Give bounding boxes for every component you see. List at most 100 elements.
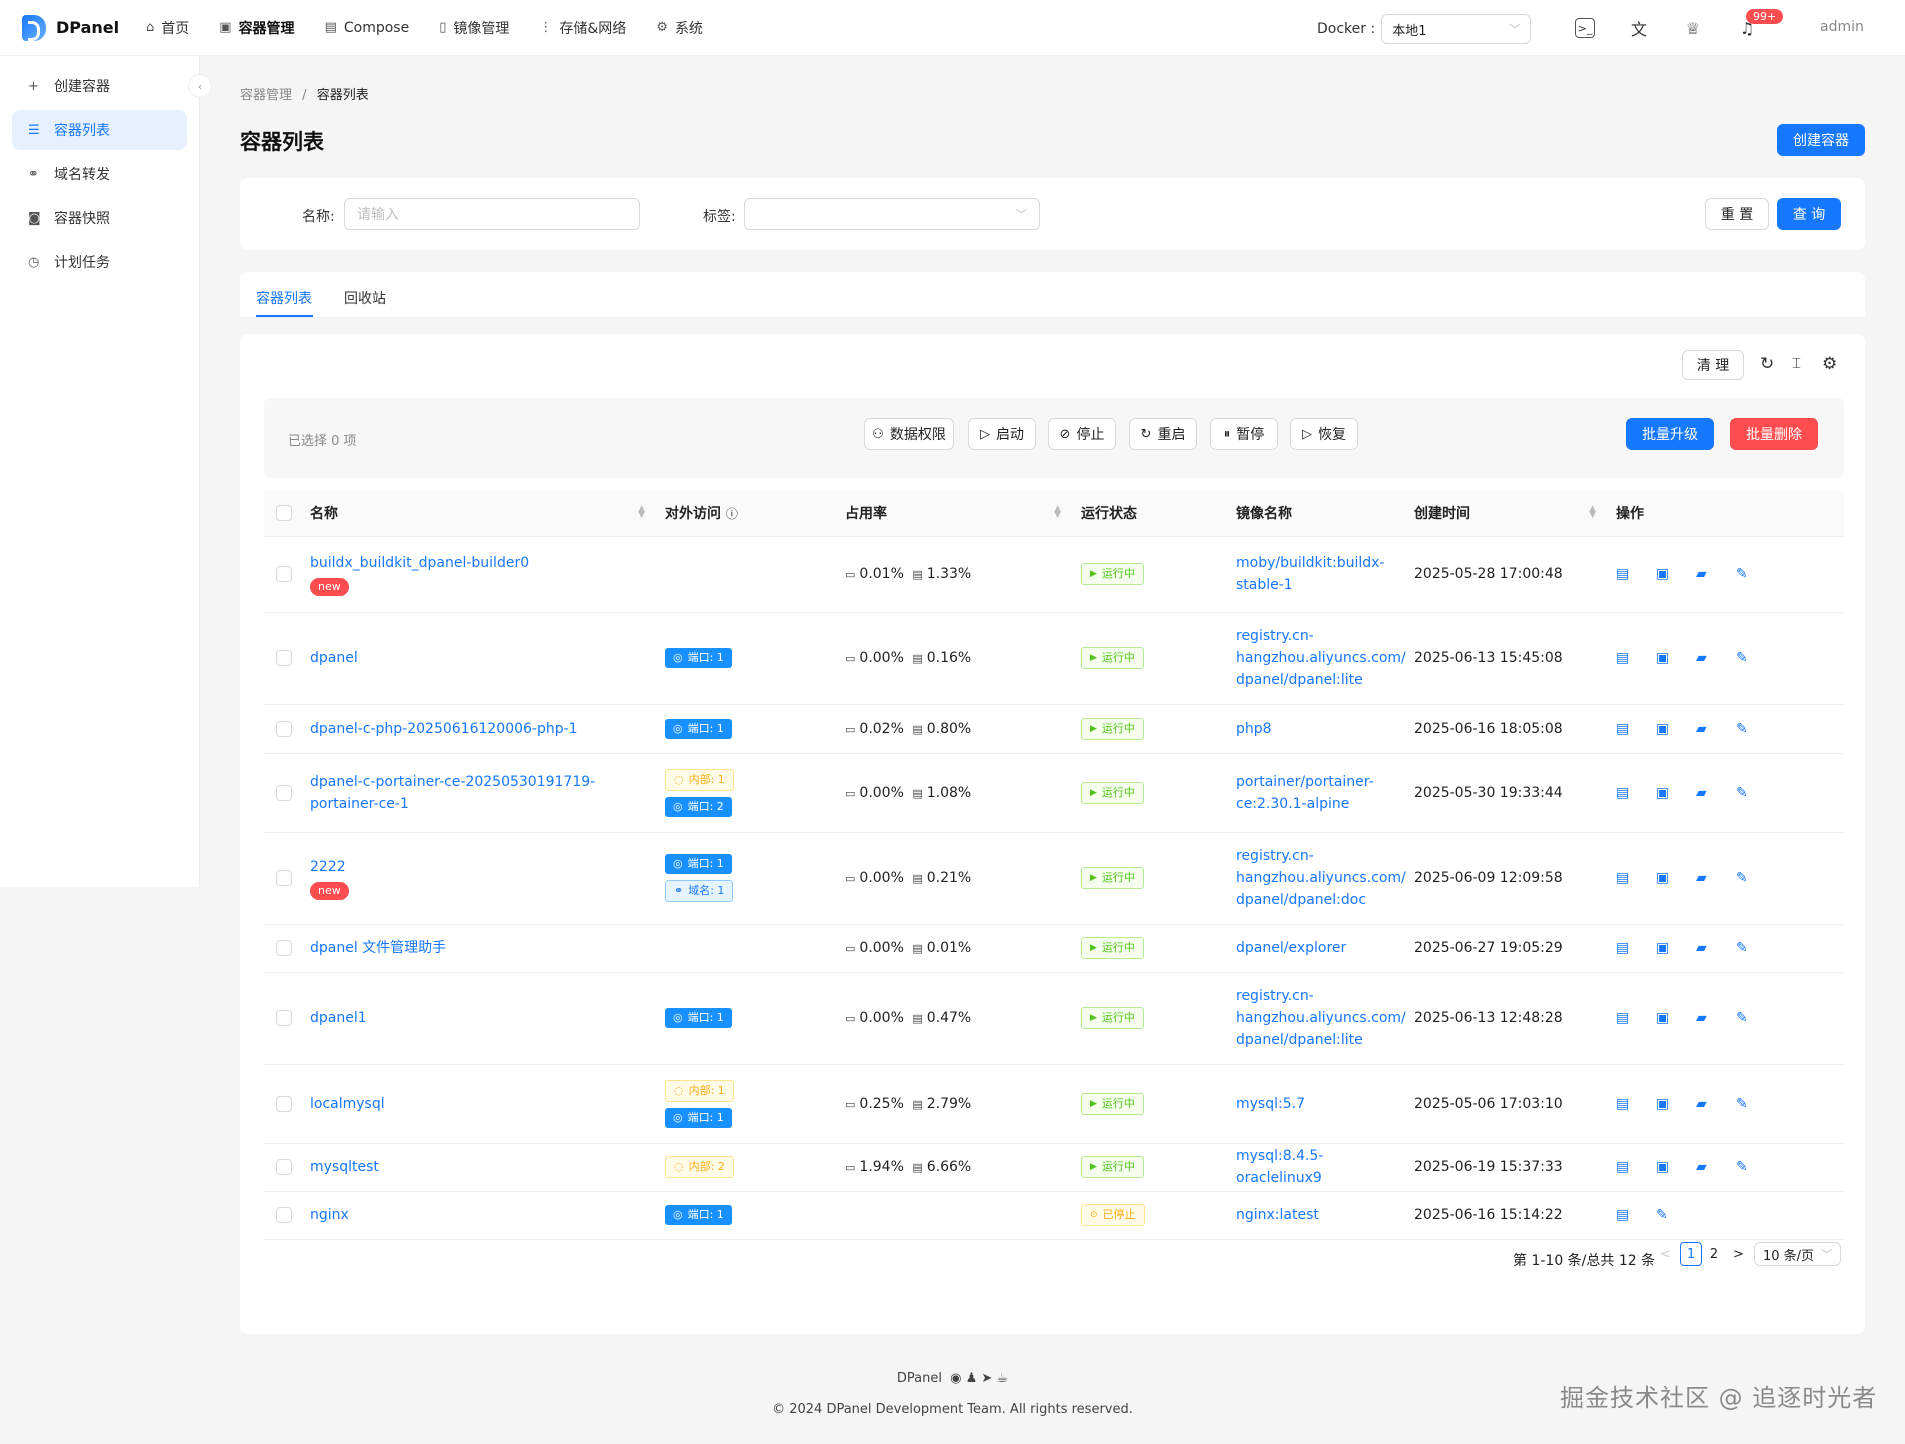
container-name[interactable]: localmysql: [310, 1093, 657, 1115]
edit-icon[interactable]: ✎: [1736, 1159, 1776, 1175]
docker-select[interactable]: 本地1 ﹀: [1381, 14, 1532, 44]
query-button[interactable]: 查 询: [1777, 198, 1841, 230]
settings-icon[interactable]: ⚙: [1822, 354, 1837, 374]
terminal-icon[interactable]: ▣: [1656, 650, 1696, 666]
row-checkbox[interactable]: [276, 650, 292, 666]
image-name-line[interactable]: registry.cn-: [1236, 845, 1406, 867]
refresh-icon[interactable]: ↻: [1760, 354, 1774, 374]
edit-icon[interactable]: ✎: [1736, 1010, 1776, 1026]
sort-icon[interactable]: ▲ ▼: [638, 505, 645, 520]
container-name[interactable]: mysqltest: [310, 1156, 657, 1178]
terminal-icon[interactable]: >_: [1575, 18, 1595, 38]
coffee-icon[interactable]: ☕: [996, 1371, 1008, 1386]
column-header-name[interactable]: 名称 ▲ ▼: [302, 490, 657, 537]
row-checkbox[interactable]: [276, 1010, 292, 1026]
batch-delete-button[interactable]: 批量删除: [1730, 418, 1818, 450]
image-name-line[interactable]: registry.cn-: [1236, 985, 1406, 1007]
telegram-icon[interactable]: ➤: [981, 1371, 992, 1386]
access-tag-inner[interactable]: ◌ 内部: 1: [665, 1079, 734, 1102]
image-name-line[interactable]: mysql:5.7: [1236, 1093, 1406, 1115]
folder-icon[interactable]: ▰: [1696, 650, 1736, 666]
sort-icon[interactable]: ▲ ▼: [1054, 505, 1061, 520]
terminal-icon[interactable]: ▣: [1656, 870, 1696, 886]
sidebar-item-2[interactable]: ⚭ 域名转发: [12, 154, 187, 194]
batch-upgrade-button[interactable]: 批量升级: [1626, 418, 1714, 450]
translate-icon[interactable]: 文: [1629, 18, 1649, 39]
breadcrumb-parent[interactable]: 容器管理: [240, 88, 292, 103]
access-tag-port[interactable]: ◎ 端口: 1: [665, 1008, 732, 1028]
access-tag-port[interactable]: ◎ 端口: 1: [665, 1205, 732, 1225]
container-name[interactable]: 2222: [310, 856, 657, 878]
image-name-line[interactable]: dpanel/dpanel:lite: [1236, 669, 1406, 691]
sidebar-item-4[interactable]: ◷ 计划任务: [12, 242, 187, 282]
image-name-line[interactable]: hangzhou.aliyuncs.com/: [1236, 867, 1406, 889]
image-name-line[interactable]: mysql:8.4.5-oraclelinux9: [1236, 1145, 1406, 1189]
container-name[interactable]: dpanel 文件管理助手: [310, 937, 657, 959]
detail-icon[interactable]: ▤: [1616, 721, 1656, 737]
tab-recycle-bin[interactable]: 回收站: [344, 288, 386, 308]
terminal-icon[interactable]: ▣: [1656, 1096, 1696, 1112]
nav-item-1[interactable]: ▣ 容器管理: [204, 0, 309, 56]
info-icon[interactable]: ⓘ: [726, 507, 738, 521]
qq-icon[interactable]: ♟: [966, 1371, 978, 1386]
sort-icon[interactable]: ▲ ▼: [1589, 505, 1596, 520]
detail-icon[interactable]: ▤: [1616, 940, 1656, 956]
image-name-line[interactable]: portainer/portainer-: [1236, 771, 1406, 793]
image-name-line[interactable]: hangzhou.aliyuncs.com/: [1236, 647, 1406, 669]
folder-icon[interactable]: ▰: [1696, 1010, 1736, 1026]
access-tag-inner[interactable]: ◌ 内部: 2: [665, 1156, 734, 1178]
edit-icon[interactable]: ✎: [1656, 1207, 1696, 1223]
container-name[interactable]: dpanel-c-portainer-ce-20250530191719-por…: [310, 771, 657, 815]
folder-icon[interactable]: ▰: [1696, 721, 1736, 737]
sidebar-item-1[interactable]: ☰ 容器列表: [12, 110, 187, 150]
image-name-line[interactable]: php8: [1236, 718, 1406, 740]
sidebar-item-3[interactable]: ◙ 容器快照: [12, 198, 187, 238]
detail-icon[interactable]: ▤: [1616, 566, 1656, 582]
folder-icon[interactable]: ▰: [1696, 1096, 1736, 1112]
container-name[interactable]: dpanel1: [310, 1007, 657, 1029]
folder-icon[interactable]: ▰: [1696, 1159, 1736, 1175]
create-container-button[interactable]: 创建容器: [1777, 124, 1865, 156]
terminal-icon[interactable]: ▣: [1656, 566, 1696, 582]
nav-item-2[interactable]: ▤ Compose: [310, 0, 425, 56]
name-input[interactable]: 请输入: [344, 198, 640, 230]
image-name-line[interactable]: dpanel/dpanel:lite: [1236, 1029, 1406, 1051]
pagination-next[interactable]: >: [1733, 1242, 1744, 1266]
row-checkbox[interactable]: [276, 566, 292, 582]
batch-button-3[interactable]: ↻ 重启: [1129, 418, 1197, 450]
nav-item-5[interactable]: ⚙ 系统: [641, 0, 718, 56]
row-checkbox[interactable]: [276, 784, 292, 801]
access-tag-port[interactable]: ◎ 端口: 1: [665, 648, 732, 668]
detail-icon[interactable]: ▤: [1616, 1159, 1656, 1175]
tag-select[interactable]: ﹀: [744, 198, 1040, 230]
nav-item-4[interactable]: ⋮ 存储&网络: [524, 0, 641, 56]
terminal-icon[interactable]: ▣: [1656, 940, 1696, 956]
image-name-line[interactable]: registry.cn-: [1236, 625, 1406, 647]
access-tag-port[interactable]: ◎ 端口: 2: [665, 796, 732, 817]
theme-icon[interactable]: ♕: [1683, 18, 1703, 38]
nav-item-0[interactable]: ⌂ 首页: [131, 0, 204, 56]
detail-icon[interactable]: ▤: [1616, 650, 1656, 666]
image-name-line[interactable]: stable-1: [1236, 574, 1406, 596]
user-name[interactable]: admin: [1820, 19, 1864, 35]
image-name-line[interactable]: dpanel/dpanel:doc: [1236, 889, 1406, 911]
edit-icon[interactable]: ✎: [1736, 566, 1776, 582]
detail-icon[interactable]: ▤: [1616, 870, 1656, 886]
image-name-line[interactable]: hangzhou.aliyuncs.com/: [1236, 1007, 1406, 1029]
pagination-page-1[interactable]: 1: [1680, 1242, 1702, 1266]
container-name[interactable]: nginx: [310, 1204, 657, 1226]
folder-icon[interactable]: ▰: [1696, 940, 1736, 956]
row-checkbox[interactable]: [276, 940, 292, 956]
sidebar-collapse-icon[interactable]: ‹: [188, 74, 212, 98]
detail-icon[interactable]: ▤: [1616, 1096, 1656, 1112]
edit-icon[interactable]: ✎: [1736, 870, 1776, 886]
select-all-checkbox[interactable]: [276, 504, 292, 521]
image-name-line[interactable]: nginx:latest: [1236, 1204, 1406, 1226]
container-name[interactable]: buildx_buildkit_dpanel-builder0: [310, 552, 657, 574]
github-icon[interactable]: ◉: [950, 1371, 961, 1386]
app-logo[interactable]: DPanel: [0, 14, 125, 41]
image-name-line[interactable]: moby/buildkit:buildx-: [1236, 552, 1406, 574]
terminal-icon[interactable]: ▣: [1656, 785, 1696, 801]
batch-button-1[interactable]: ▷ 启动: [968, 418, 1036, 450]
edit-icon[interactable]: ✎: [1736, 785, 1776, 801]
